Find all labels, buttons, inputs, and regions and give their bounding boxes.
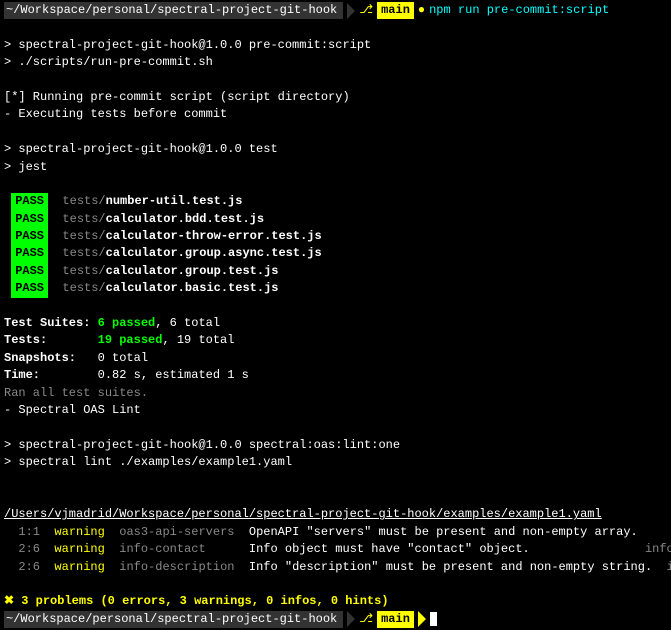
summary-snapshots: Snapshots: 0 total <box>4 350 667 367</box>
output-line: - Executing tests before commit <box>4 106 667 123</box>
output-line <box>4 124 667 141</box>
test-row: PASS tests/calculator.basic.test.js <box>4 280 667 297</box>
output-line: > ./scripts/run-pre-commit.sh <box>4 54 667 71</box>
output-line: [*] Running pre-commit script (script di… <box>4 89 667 106</box>
pass-badge: PASS <box>11 280 48 297</box>
lint-row: 2:6 warning info-description Info "descr… <box>4 559 667 576</box>
pass-badge: PASS <box>11 263 48 280</box>
test-dir: tests/ <box>62 264 105 278</box>
branch-icon: ⎇ <box>359 611 373 628</box>
test-file: calculator.group.test.js <box>106 264 279 278</box>
test-row: PASS tests/calculator.group.async.test.j… <box>4 245 667 262</box>
prompt-path: ~/Workspace/personal/spectral-project-gi… <box>4 611 343 628</box>
output-line: > spectral-project-git-hook@1.0.0 pre-co… <box>4 37 667 54</box>
pass-badge: PASS <box>11 245 48 262</box>
prompt-path: ~/Workspace/personal/spectral-project-gi… <box>4 2 343 19</box>
test-dir: tests/ <box>62 281 105 295</box>
prompt-line-2[interactable]: ~/Workspace/personal/spectral-project-gi… <box>4 611 667 628</box>
branch-name: main <box>377 2 414 19</box>
test-dir: tests/ <box>62 246 105 260</box>
test-row: PASS tests/calculator.bdd.test.js <box>4 211 667 228</box>
lint-rows: 1:1 warning oas3-api-servers OpenAPI "se… <box>4 524 667 576</box>
lint-row: 2:6 warning info-contact Info object mus… <box>4 541 667 558</box>
test-row: PASS tests/number-util.test.js <box>4 193 667 210</box>
lint-row: 1:1 warning oas3-api-servers OpenAPI "se… <box>4 524 667 541</box>
output-line: - Spectral OAS Lint <box>4 402 667 419</box>
output-line <box>4 576 667 593</box>
branch-icon: ⎇ <box>359 2 373 19</box>
lint-file-path: /Users/vjmadrid/Workspace/personal/spect… <box>4 506 667 523</box>
test-dir: tests/ <box>62 229 105 243</box>
pass-badge: PASS <box>11 211 48 228</box>
output-line: > spectral-project-git-hook@1.0.0 test <box>4 141 667 158</box>
bullet-icon: ● <box>418 2 425 19</box>
output-line <box>4 489 667 506</box>
prompt-line-1[interactable]: ~/Workspace/personal/spectral-project-gi… <box>4 2 667 19</box>
cursor <box>430 612 437 626</box>
output-line <box>4 419 667 436</box>
pass-badge: PASS <box>11 228 48 245</box>
branch-name: main <box>377 611 414 628</box>
chevron-right-icon <box>347 3 355 19</box>
summary-tests: Tests: 19 passed, 19 total <box>4 332 667 349</box>
test-file: calculator.bdd.test.js <box>106 212 264 226</box>
output-line <box>4 72 667 89</box>
test-file: calculator-throw-error.test.js <box>106 229 322 243</box>
summary-suites: Test Suites: 6 passed, 6 total <box>4 315 667 332</box>
test-row: PASS tests/calculator-throw-error.test.j… <box>4 228 667 245</box>
output-line: > spectral-project-git-hook@1.0.0 spectr… <box>4 437 667 454</box>
output-line: > jest <box>4 159 667 176</box>
chevron-right-icon <box>418 611 426 627</box>
summary-ran: Ran all test suites. <box>4 385 667 402</box>
output-line <box>4 298 667 315</box>
test-row: PASS tests/calculator.group.test.js <box>4 263 667 280</box>
output-line: > spectral lint ./examples/example1.yaml <box>4 454 667 471</box>
pass-badge: PASS <box>11 193 48 210</box>
test-dir: tests/ <box>62 212 105 226</box>
test-file: calculator.group.async.test.js <box>106 246 322 260</box>
output-line <box>4 19 667 36</box>
test-dir: tests/ <box>62 194 105 208</box>
output-line <box>4 176 667 193</box>
chevron-right-icon <box>347 611 355 627</box>
test-file: number-util.test.js <box>106 194 243 208</box>
test-results: PASS tests/number-util.test.js PASS test… <box>4 193 667 297</box>
lint-problems: ✖ 3 problems (0 errors, 3 warnings, 0 in… <box>4 593 667 610</box>
summary-time: Time: 0.82 s, estimated 1 s <box>4 367 667 384</box>
output-line <box>4 472 667 489</box>
test-file: calculator.basic.test.js <box>106 281 279 295</box>
command-text: npm run pre-commit:script <box>429 2 609 19</box>
